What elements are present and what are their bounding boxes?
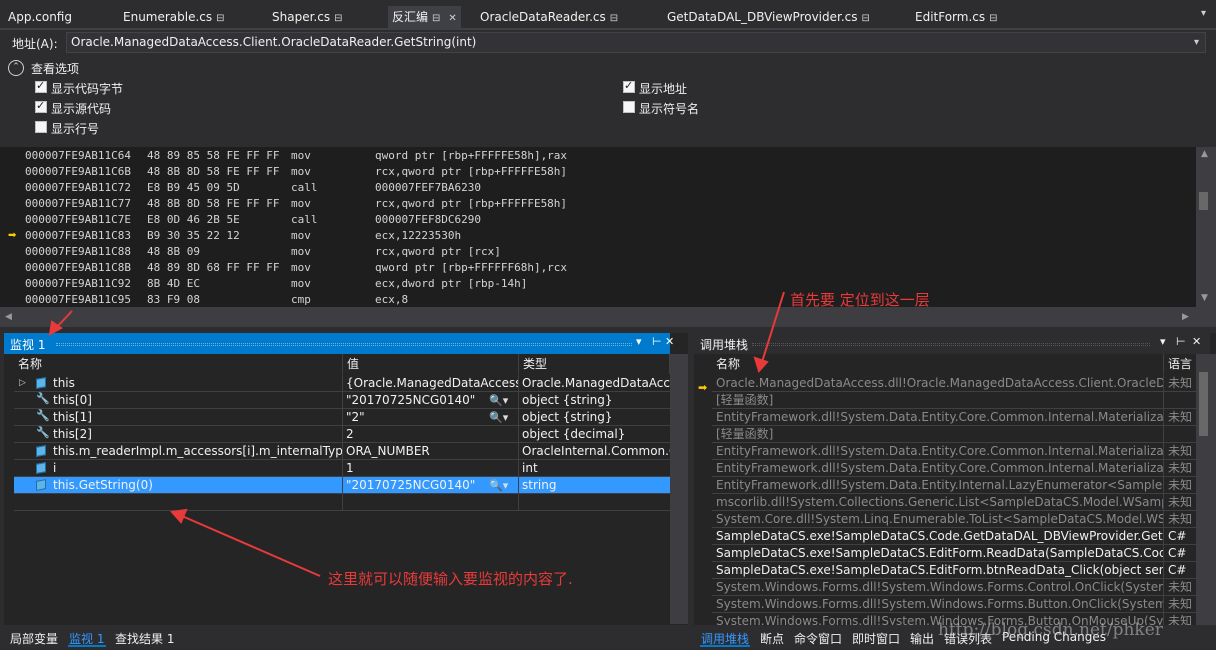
arrow-head-icon xyxy=(753,356,769,373)
annotation-top-note: 首先要 定位到这一层 xyxy=(790,291,930,309)
annotation-arrow-callstack xyxy=(761,291,785,363)
annotation-arrows xyxy=(48,291,785,577)
annotation-arrow-watch-row xyxy=(181,515,321,577)
annotation-watch-note: 这里就可以随便输入要监视的内容了. xyxy=(328,570,573,588)
arrow-head-icon xyxy=(170,508,188,524)
watermark: http://blog.csdn.net/phker xyxy=(938,620,1163,640)
